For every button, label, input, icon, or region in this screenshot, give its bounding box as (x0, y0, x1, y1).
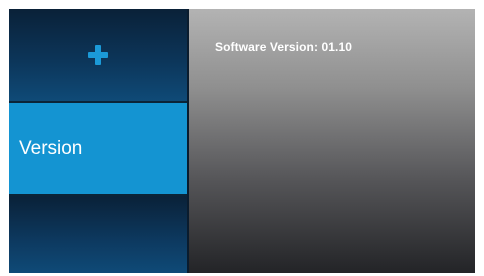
sidebar-item-label: Version (19, 137, 83, 159)
device-screen: Version Software Version: 01.10 (9, 9, 475, 273)
content-panel: Software Version: 01.10 (189, 9, 475, 273)
sidebar-item-version[interactable]: Version (9, 103, 187, 194)
sidebar-item-empty[interactable] (9, 196, 187, 273)
software-version-text: Software Version: 01.10 (215, 40, 353, 54)
plus-icon (88, 45, 108, 65)
add-button[interactable] (9, 9, 187, 101)
sidebar: Version (9, 9, 187, 273)
